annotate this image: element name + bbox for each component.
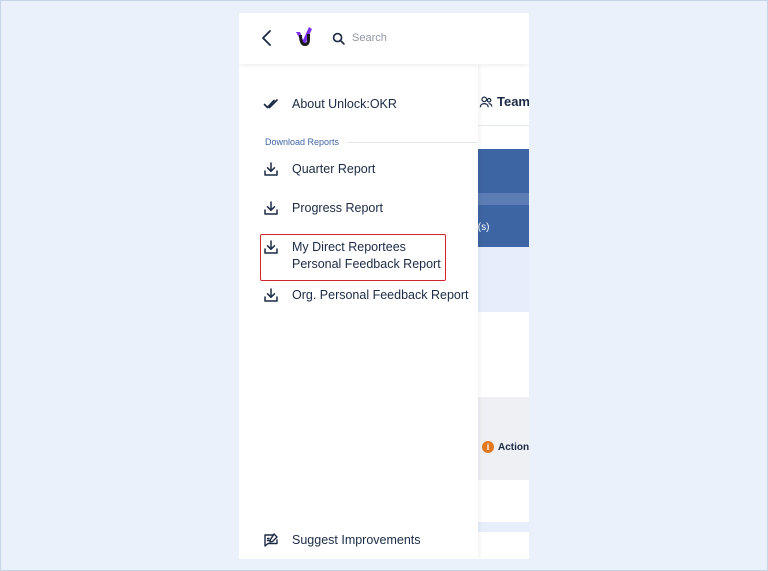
org-feedback-report-label: Org. Personal Feedback Report <box>292 288 469 302</box>
suggest-improvements-label: Suggest Improvements <box>292 533 421 547</box>
menu-item-suggest-improvements[interactable]: Suggest Improvements <box>263 532 421 549</box>
download-reports-section: Download Reports <box>265 137 478 147</box>
search-input[interactable] <box>352 28 512 48</box>
menu-item-progress-report[interactable]: Progress Report <box>263 200 383 217</box>
download-icon <box>264 240 278 254</box>
app-header <box>239 13 529 64</box>
menu-item-direct-reportees-feedback-report[interactable]: My Direct Reportees Personal Feedback Re… <box>263 239 441 273</box>
side-drawer: About Unlock:OKR Download Reports Quarte… <box>239 64 478 559</box>
alert-icon: i <box>482 441 494 453</box>
download-icon <box>264 201 278 215</box>
about-label: About Unlock:OKR <box>292 97 397 111</box>
direct-reportees-label: My Direct Reportees Personal Feedback Re… <box>292 239 441 273</box>
team-tab[interactable]: Team <box>479 94 529 109</box>
double-check-icon <box>263 99 278 109</box>
menu-item-org-feedback-report[interactable]: Org. Personal Feedback Report <box>263 287 468 304</box>
download-icon <box>264 162 278 176</box>
feedback-chat-icon <box>264 533 278 547</box>
search-icon <box>332 32 345 45</box>
direct-reportees-label-line1: My Direct Reportees <box>292 240 406 254</box>
quarter-report-label: Quarter Report <box>292 162 376 176</box>
action-badge[interactable]: i Action <box>482 441 529 453</box>
menu-item-quarter-report[interactable]: Quarter Report <box>263 161 375 178</box>
menu-item-about[interactable]: About Unlock:OKR <box>263 96 397 113</box>
direct-reportees-label-line2: Personal Feedback Report <box>292 257 441 271</box>
progress-report-label: Progress Report <box>292 201 384 215</box>
action-label: Action <box>498 441 529 453</box>
team-icon <box>479 95 493 107</box>
section-title: Download Reports <box>265 137 340 147</box>
section-divider <box>347 141 478 143</box>
download-icon <box>264 288 278 302</box>
phone-screen: Team t(s) i Action Search About Unlock:O… <box>239 13 529 559</box>
unlock-okr-logo-icon <box>296 27 312 46</box>
team-tab-label: Team <box>497 94 529 109</box>
back-arrow-icon[interactable] <box>260 29 274 47</box>
